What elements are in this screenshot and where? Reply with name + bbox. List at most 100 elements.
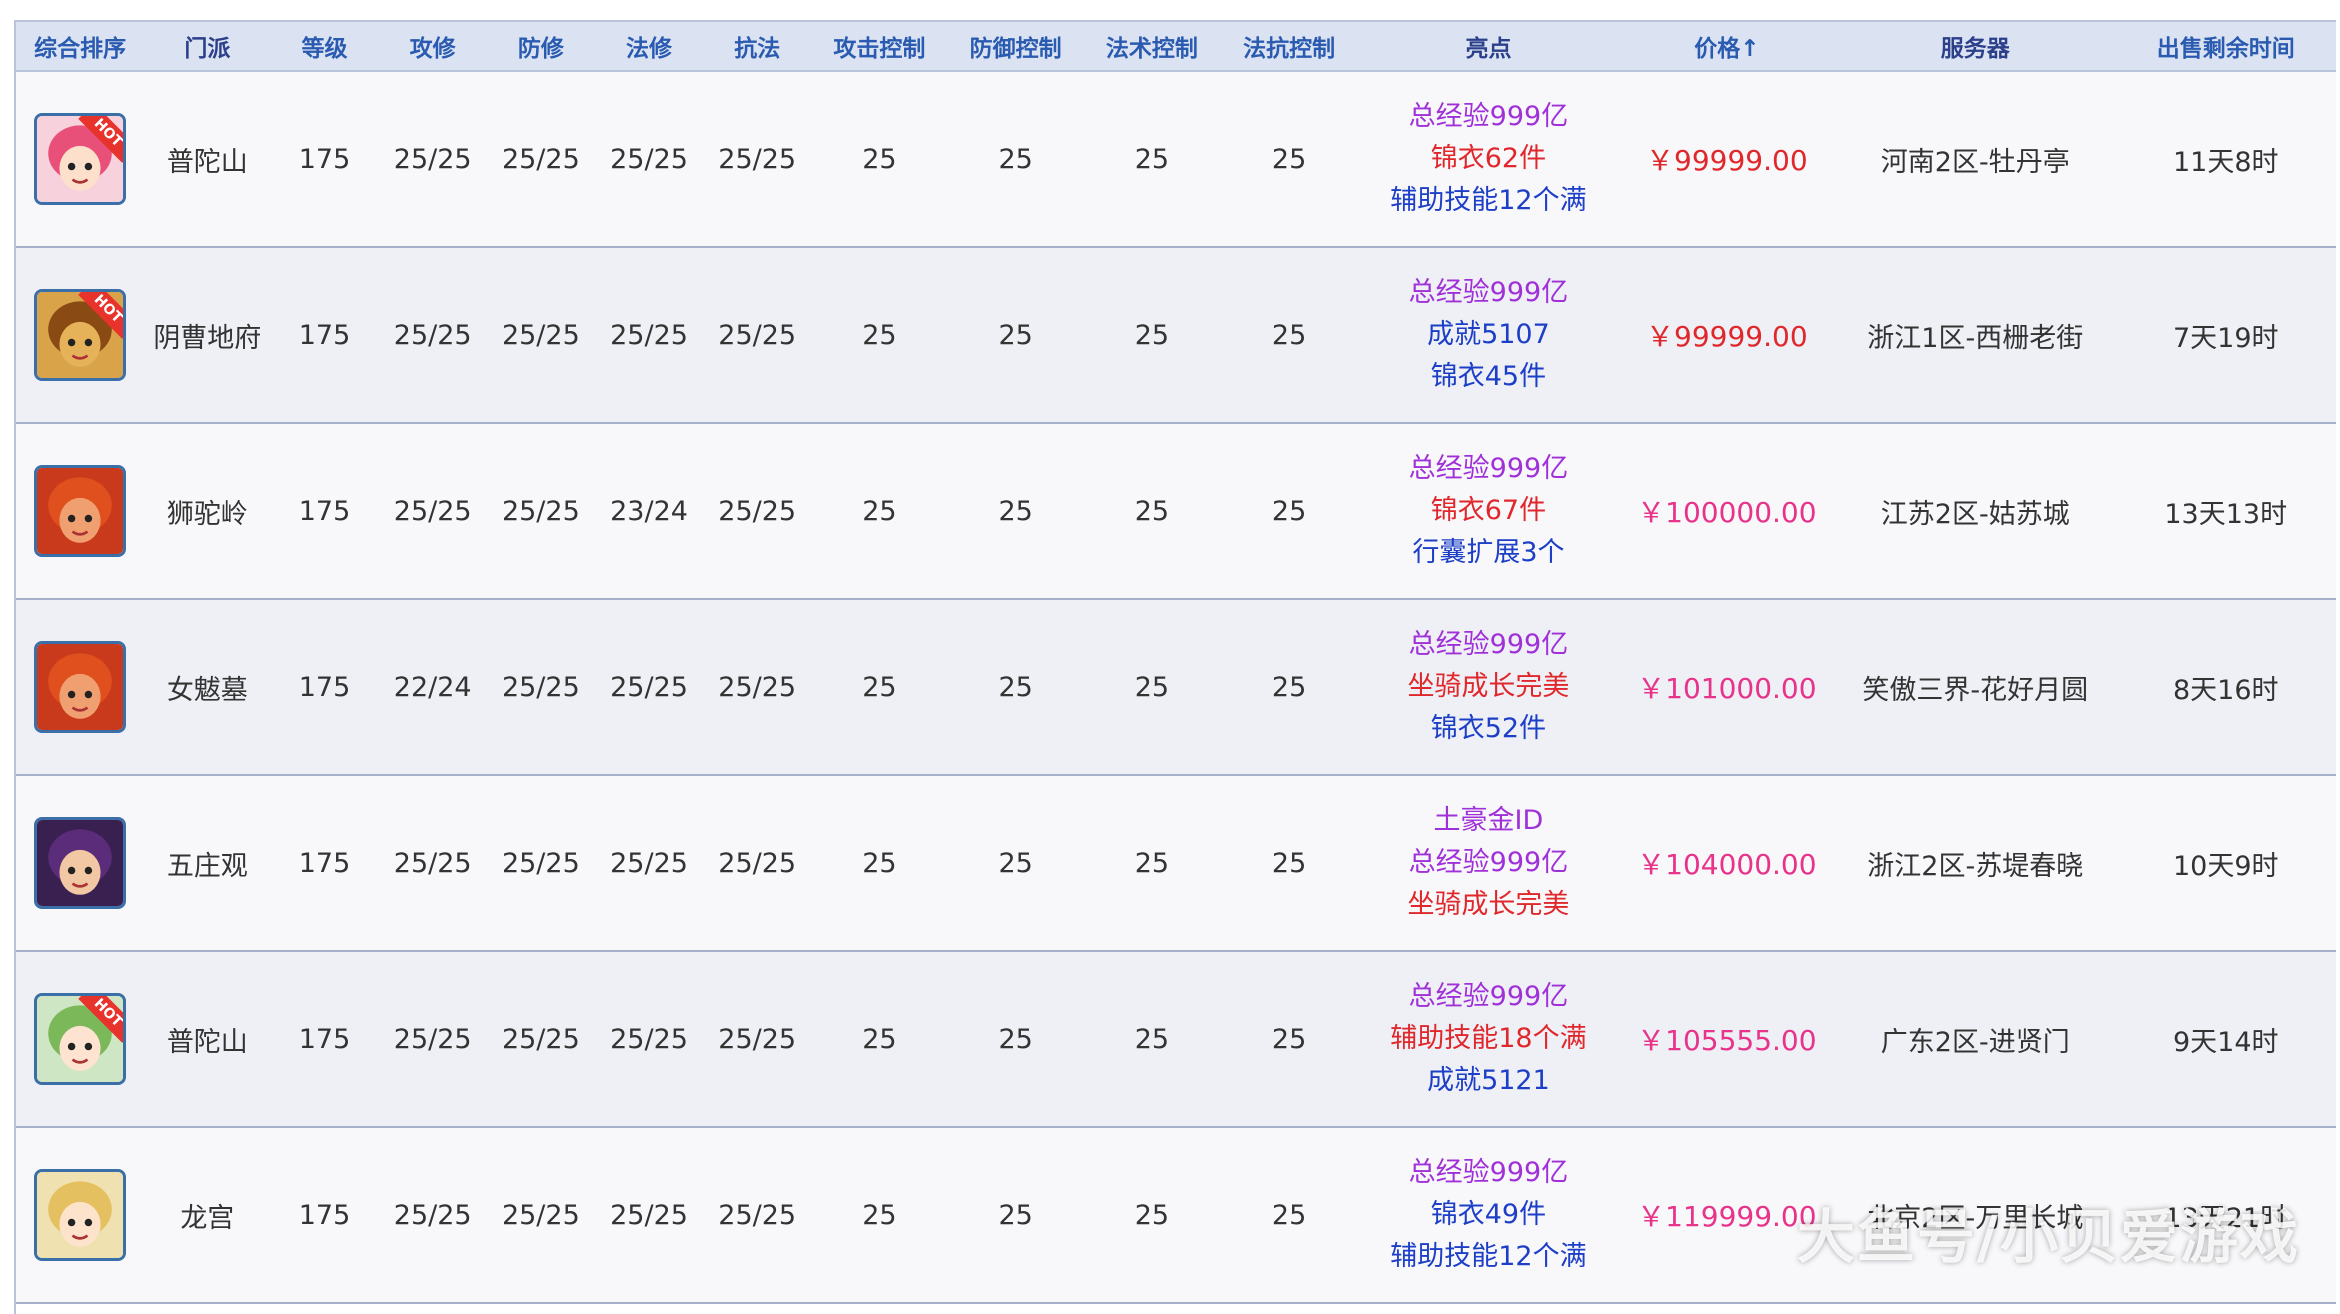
time-remaining-cell: 8天16时 — [2115, 599, 2336, 776]
defense-cultivation-cell: 25/25 — [486, 951, 595, 1128]
faction-cell: 普陀山 — [144, 951, 271, 1128]
blonde-girl-icon[interactable] — [34, 1169, 127, 1261]
header-level[interactable]: 等级 — [270, 20, 379, 72]
level-cell: 175 — [270, 247, 379, 424]
avatar-cell — [16, 775, 145, 952]
highlight-item: 辅助技能18个满 — [1390, 1023, 1587, 1054]
highlights-cell: 总经验999亿 成就5107 锦衣45件 — [1358, 247, 1619, 424]
highlight-item: 土豪金ID — [1433, 805, 1544, 836]
level-cell: 175 — [270, 1127, 379, 1304]
magic-control-cell: 25 — [1083, 423, 1220, 600]
magic-control-cell: 25 — [1083, 247, 1220, 424]
attack-cultivation-cell: 25/25 — [378, 951, 487, 1128]
attack-control-cell: 25 — [811, 71, 948, 248]
highlight-item: 行囊扩展3个 — [1412, 537, 1565, 568]
defense-cultivation-cell: 25/25 — [486, 599, 595, 776]
magic-cultivation-cell: 23/24 — [594, 423, 704, 600]
avatar-cell: HOT — [16, 71, 145, 248]
attack-cultivation-cell: 22/24 — [378, 599, 487, 776]
table-row[interactable]: HOT 普陀山 175 25/25 25/25 25/25 25/25 25 25 25 25 总经验… — [16, 951, 2336, 1128]
attack-cultivation-cell: 25/25 — [378, 423, 487, 600]
header-magic-control[interactable]: 法术控制 — [1083, 20, 1220, 72]
attack-cultivation-cell: 25/25 — [378, 775, 487, 952]
resist-cultivation-cell: 25/25 — [703, 775, 812, 952]
header-sort-overall[interactable]: 综合排序 — [16, 20, 145, 72]
price-cell: ￥99999.00 — [1618, 71, 1836, 248]
highlight-item: 锦衣67件 — [1430, 495, 1547, 526]
resist-cultivation-cell: 25/25 — [703, 951, 812, 1128]
lion-demon-icon[interactable] — [34, 465, 127, 557]
header-resist-control[interactable]: 法抗控制 — [1219, 20, 1359, 72]
defense-control-cell: 25 — [947, 71, 1084, 248]
header-defense-control[interactable]: 防御控制 — [947, 20, 1084, 72]
attack-control-cell: 25 — [811, 599, 948, 776]
header-attack-control[interactable]: 攻击控制 — [811, 20, 948, 72]
faction-cell: 普陀山 — [144, 71, 271, 248]
defense-cultivation-cell: 25/25 — [486, 1127, 595, 1304]
highlight-item: 成就5121 — [1427, 1065, 1550, 1096]
highlight-item: 锦衣62件 — [1430, 143, 1547, 174]
header-resist-cultivation[interactable]: 抗法 — [703, 20, 812, 72]
level-cell: 175 — [270, 775, 379, 952]
table-row[interactable]: 五庄观 175 25/25 25/25 25/25 25/25 25 25 25 25 土豪金ID 总… — [16, 775, 2336, 952]
resist-cultivation-cell: 25/25 — [703, 423, 812, 600]
server-cell: 浙江1区-西栅老街 — [1835, 247, 2116, 424]
header-defense-cultivation[interactable]: 防修 — [486, 20, 595, 72]
header-faction: 门派 — [144, 20, 271, 72]
highlight-item: 总经验999亿 — [1408, 1157, 1569, 1188]
price-cell: ￥104000.00 — [1618, 775, 1836, 952]
header-price-sort[interactable]: 价格↑ — [1618, 20, 1836, 72]
defense-cultivation-cell: 25/25 — [486, 423, 595, 600]
table-row[interactable]: 狮驼岭 175 25/25 25/25 23/24 25/25 25 25 25 25 总经验999… — [16, 423, 2336, 600]
putuo-girl-icon[interactable]: HOT — [34, 113, 127, 205]
price-cell: ￥105555.00 — [1618, 951, 1836, 1128]
header-attack-cultivation[interactable]: 攻修 — [378, 20, 487, 72]
attack-control-cell: 25 — [811, 951, 948, 1128]
header-highlights: 亮点 — [1358, 20, 1619, 72]
table-header-row: 综合排序 门派 等级 攻修 防修 法修 抗法 攻击控制 防御控制 法术控制 法抗… — [16, 20, 2336, 72]
resist-control-cell: 25 — [1219, 71, 1359, 248]
magic-cultivation-cell: 25/25 — [594, 599, 704, 776]
highlight-item: 总经验999亿 — [1408, 101, 1569, 132]
defense-control-cell: 25 — [947, 951, 1084, 1128]
highlight-item: 总经验999亿 — [1408, 629, 1569, 660]
server-cell: 笑傲三界-花好月圆 — [1835, 599, 2116, 776]
highlight-item: 成就5107 — [1427, 319, 1550, 350]
resist-control-cell: 25 — [1219, 1127, 1359, 1304]
highlight-item: 总经验999亿 — [1408, 453, 1569, 484]
server-cell: 河南2区-牡丹亭 — [1835, 71, 2116, 248]
defense-cultivation-cell: 25/25 — [486, 247, 595, 424]
highlight-item: 坐骑成长完美 — [1407, 889, 1570, 920]
magic-control-cell: 25 — [1083, 1127, 1220, 1304]
magic-cultivation-cell: 25/25 — [594, 247, 704, 424]
tiger-demon-icon[interactable]: HOT — [34, 289, 127, 381]
green-hair-icon[interactable]: HOT — [34, 993, 127, 1085]
highlight-item: 总经验999亿 — [1408, 981, 1569, 1012]
watermark: 大鱼号/小贝爱游戏 — [1796, 1203, 2300, 1271]
faction-cell: 女魃墓 — [144, 599, 271, 776]
time-remaining-cell: 9天14时 — [2115, 951, 2336, 1128]
purple-hair-icon[interactable] — [34, 817, 127, 909]
header-server: 服务器 — [1835, 20, 2116, 72]
faction-cell: 五庄观 — [144, 775, 271, 952]
table-row[interactable]: 女魃墓 175 22/24 25/25 25/25 25/25 25 25 25 25 总经验999… — [16, 599, 2336, 776]
price-cell: ￥99999.00 — [1618, 247, 1836, 424]
time-remaining-cell: 11天8时 — [2115, 71, 2336, 248]
lion-demon-icon[interactable] — [34, 641, 127, 733]
listing-table-container: 综合排序 门派 等级 攻修 防修 法修 抗法 攻击控制 防御控制 法术控制 法抗… — [14, 20, 2336, 1314]
faction-cell: 狮驼岭 — [144, 423, 271, 600]
highlight-item: 辅助技能12个满 — [1390, 185, 1587, 216]
price-cell: ￥101000.00 — [1618, 599, 1836, 776]
attack-control-cell: 25 — [811, 1127, 948, 1304]
magic-control-cell: 25 — [1083, 599, 1220, 776]
highlight-item: 辅助技能12个满 — [1390, 1241, 1587, 1272]
highlights-cell: 土豪金ID 总经验999亿 坐骑成长完美 — [1358, 775, 1619, 952]
level-cell: 175 — [270, 423, 379, 600]
header-time-remaining[interactable]: 出售剩余时间 — [2115, 20, 2336, 72]
header-magic-cultivation[interactable]: 法修 — [594, 20, 704, 72]
highlights-cell: 总经验999亿 辅助技能18个满 成就5121 — [1358, 951, 1619, 1128]
price-cell: ￥100000.00 — [1618, 423, 1836, 600]
table-row[interactable]: HOT 阴曹地府 175 25/25 25/25 25/25 25/25 25 25 25 25 总经… — [16, 247, 2336, 424]
table-row[interactable]: HOT 普陀山 175 25/25 25/25 25/25 25/25 25 25 25 25 总经验… — [16, 71, 2336, 248]
avatar-cell — [16, 1127, 145, 1304]
